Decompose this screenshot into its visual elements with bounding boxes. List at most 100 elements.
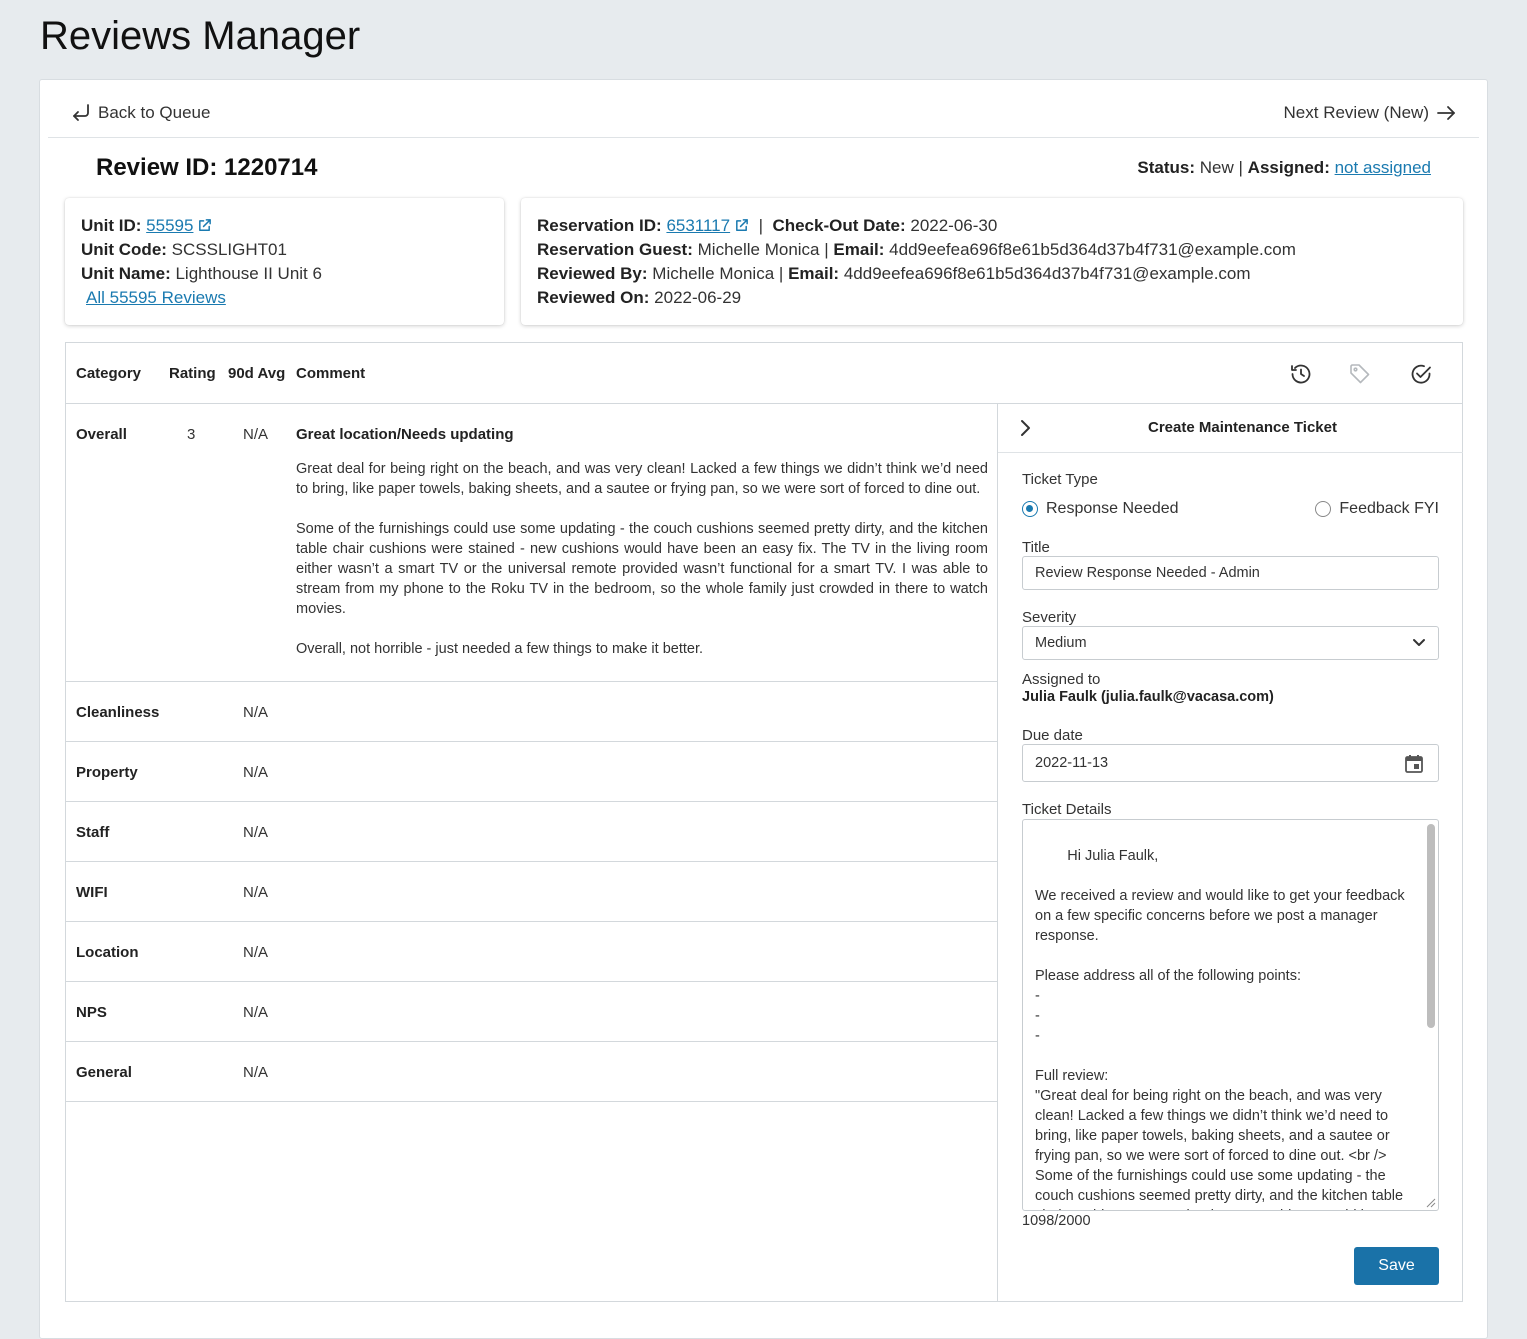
- assigned-to-label: Assigned to: [1022, 671, 1101, 688]
- status-value: New: [1199, 158, 1234, 177]
- radio-feedback-fyi[interactable]: Feedback FYI: [1315, 500, 1439, 518]
- separator: |: [824, 240, 829, 259]
- comment-paragraph: Great deal for being right on the beach,…: [296, 461, 988, 497]
- arrow-right-icon: [1437, 106, 1455, 120]
- guest-email-value: 4dd9eefea696f8e61b5d364d37b4f731@example…: [889, 240, 1296, 259]
- panel-header: Create Maintenance Ticket: [998, 404, 1463, 453]
- reservation-guest-line: Reservation Guest: Michelle Monica | Ema…: [537, 238, 1447, 262]
- table-row: Location N/A: [66, 922, 998, 982]
- unit-id-link[interactable]: 55595: [146, 216, 193, 235]
- unit-id-line: Unit ID: 55595: [81, 214, 488, 238]
- row-90d-avg: N/A: [243, 824, 269, 841]
- unit-code-value: SCSSLIGHT01: [171, 240, 287, 259]
- unit-info-box: Unit ID: 55595 Unit Code: SCSSLIGHT01 Un…: [65, 198, 504, 325]
- separator: |: [758, 216, 763, 235]
- row-90d-avg: N/A: [243, 884, 269, 901]
- textarea-scrollbar[interactable]: [1427, 824, 1435, 1028]
- reviewed-on-value: 2022-06-29: [654, 288, 742, 307]
- due-date-value: 2022-11-13: [1035, 755, 1109, 771]
- ticket-type-radio-group: Response Needed Feedback FYI: [1022, 500, 1439, 522]
- row-rating: 3: [187, 426, 196, 443]
- unit-name-label: Unit Name:: [81, 264, 171, 283]
- tag-icon[interactable]: [1348, 362, 1372, 386]
- panel-title: Create Maintenance Ticket: [1148, 419, 1337, 436]
- table-header: Category Rating 90d Avg Comment: [66, 343, 1462, 404]
- check-circle-icon[interactable]: [1409, 362, 1433, 386]
- history-icon[interactable]: [1289, 362, 1313, 386]
- title-input[interactable]: Review Response Needed - Admin: [1022, 556, 1439, 590]
- checkout-value: 2022-06-30: [910, 216, 998, 235]
- top-nav: Back to Queue Next Review (New): [48, 80, 1479, 138]
- reviewed-on-line: Reviewed On: 2022-06-29: [537, 286, 1447, 310]
- external-link-icon[interactable]: [734, 218, 749, 233]
- next-review-link[interactable]: Next Review (New): [1284, 102, 1457, 124]
- row-90d-avg: N/A: [243, 944, 269, 961]
- table-row-overall: Overall 3 N/A Great location/Needs updat…: [66, 404, 998, 682]
- status-line: Status: New | Assigned: not assigned: [1137, 158, 1431, 178]
- reviewer-email-value: 4dd9eefea696f8e61b5d364d37b4f731@example…: [843, 264, 1251, 283]
- reviewed-by-label: Reviewed By:: [537, 264, 648, 283]
- row-category: Staff: [76, 824, 110, 841]
- maintenance-ticket-panel: Create Maintenance Ticket Ticket Type Re…: [997, 404, 1463, 1302]
- unit-name-value: Lighthouse II Unit 6: [175, 264, 322, 283]
- reviewed-on-label: Reviewed On:: [537, 288, 650, 307]
- guest-email-label: Email:: [833, 240, 885, 259]
- next-review-label: Next Review (New): [1283, 103, 1429, 122]
- row-comment: Great location/Needs updating Great deal…: [296, 426, 988, 679]
- title-label: Title: [1022, 539, 1050, 556]
- separator: |: [1238, 158, 1243, 177]
- assigned-link[interactable]: not assigned: [1335, 158, 1431, 177]
- row-category: Cleanliness: [76, 704, 160, 721]
- table-row: Cleanliness N/A: [66, 682, 998, 742]
- row-category: General: [76, 1064, 132, 1081]
- radio-selected-icon: [1022, 501, 1038, 517]
- guest-label: Reservation Guest:: [537, 240, 693, 259]
- external-link-icon[interactable]: [197, 218, 212, 233]
- radio-response-needed[interactable]: Response Needed: [1022, 500, 1179, 518]
- resize-grip-icon[interactable]: [1426, 1198, 1436, 1208]
- severity-select[interactable]: Medium: [1022, 626, 1439, 660]
- table-row: Property N/A: [66, 742, 998, 802]
- reservation-id-label: Reservation ID:: [537, 216, 662, 235]
- calendar-icon[interactable]: [1404, 754, 1424, 774]
- unit-id-label: Unit ID:: [81, 216, 142, 235]
- table-body: Overall 3 N/A Great location/Needs updat…: [66, 404, 998, 1102]
- character-counter: 1098/2000: [1022, 1213, 1091, 1229]
- due-date-input[interactable]: 2022-11-13: [1022, 744, 1439, 782]
- ticket-details-textarea[interactable]: Hi Julia Faulk, We received a review and…: [1022, 819, 1439, 1211]
- table-row: WIFI N/A: [66, 862, 998, 922]
- return-arrow-icon: [73, 104, 89, 121]
- row-category: WIFI: [76, 884, 108, 901]
- save-button[interactable]: Save: [1354, 1247, 1439, 1285]
- unit-name-line: Unit Name: Lighthouse II Unit 6: [81, 262, 488, 286]
- page-title: Reviews Manager: [40, 14, 361, 58]
- reviewed-by-value: Michelle Monica: [652, 264, 775, 283]
- due-date-label: Due date: [1022, 727, 1083, 744]
- row-90d-avg: N/A: [243, 1064, 269, 1081]
- table-row: NPS N/A: [66, 982, 998, 1042]
- header-90d-avg: 90d Avg: [228, 365, 286, 382]
- header-comment: Comment: [296, 365, 366, 382]
- ticket-details-label: Ticket Details: [1022, 801, 1112, 818]
- all-unit-reviews-link[interactable]: All 55595 Reviews: [86, 288, 226, 307]
- row-90d-avg: N/A: [243, 704, 269, 721]
- ticket-type-label: Ticket Type: [1022, 471, 1098, 488]
- radio-label: Response Needed: [1046, 500, 1179, 517]
- status-label: Status:: [1137, 158, 1196, 177]
- back-to-queue-link[interactable]: Back to Queue: [70, 102, 210, 124]
- reviewer-email-label: Email:: [788, 264, 840, 283]
- row-category: Overall: [76, 426, 127, 443]
- row-90d-avg: N/A: [243, 426, 269, 443]
- reservation-id-link[interactable]: 6531117: [666, 216, 730, 235]
- separator: |: [778, 264, 784, 283]
- header-rating: Rating: [169, 365, 216, 382]
- review-card: Back to Queue Next Review (New) Review I…: [39, 79, 1488, 1339]
- severity-value: Medium: [1035, 635, 1087, 651]
- review-id-heading: Review ID: 1220714: [96, 154, 318, 181]
- row-90d-avg: N/A: [243, 1004, 269, 1021]
- guest-value: Michelle Monica: [697, 240, 820, 259]
- comment-paragraph: Overall, not horrible - just needed a fe…: [296, 641, 704, 657]
- table-row: Staff N/A: [66, 802, 998, 862]
- unit-code-label: Unit Code:: [81, 240, 167, 259]
- comment-title: Great location/Needs updating: [296, 426, 514, 443]
